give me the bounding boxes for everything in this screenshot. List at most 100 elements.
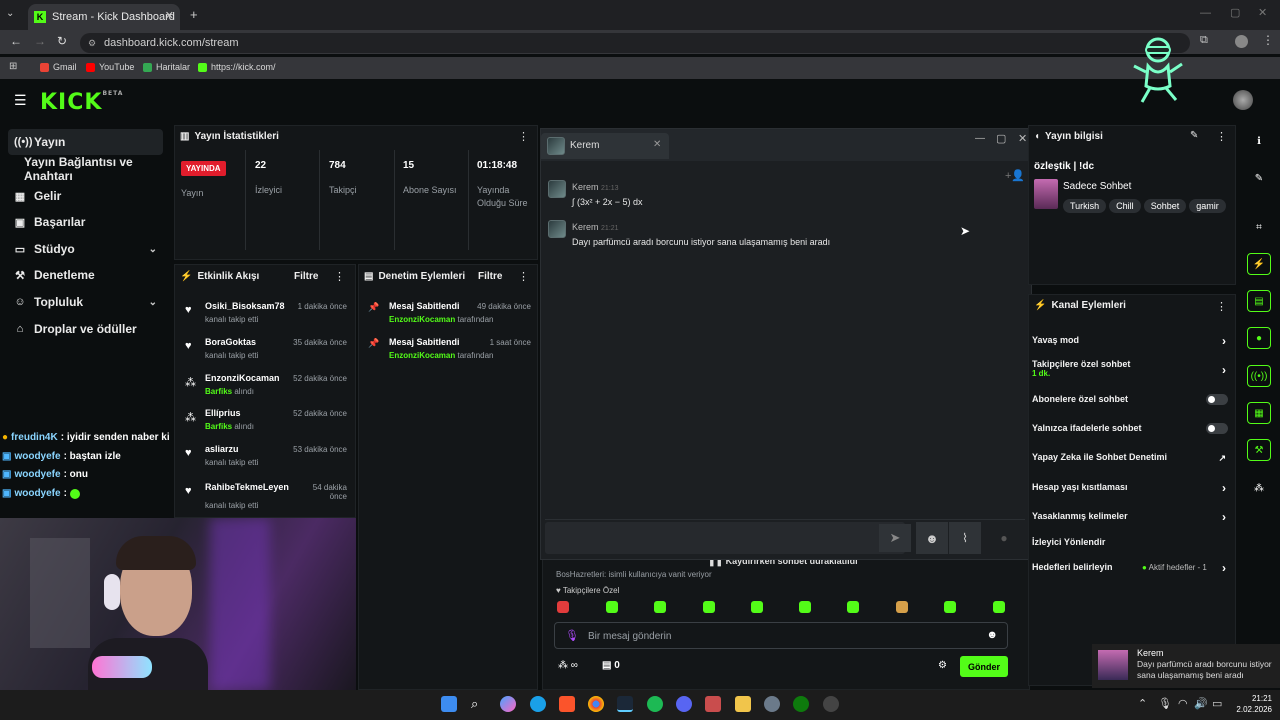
send-button[interactable]: Gönder bbox=[960, 656, 1008, 677]
viewer-redirect-row[interactable]: İzleyici Yönlendir bbox=[1032, 537, 1228, 547]
emoji-icon[interactable]: ☻ bbox=[986, 629, 998, 641]
volume-icon[interactable]: 🔊 bbox=[1194, 697, 1208, 710]
subs-chat-toggle[interactable] bbox=[1206, 394, 1228, 405]
taskbar-clock[interactable]: 21:21 2.02.2026 bbox=[1232, 693, 1272, 715]
popup-send-icon[interactable]: ➤ bbox=[879, 524, 911, 552]
sidebar-item-moderation[interactable]: ⚒ Denetleme bbox=[8, 262, 163, 288]
activity-filter-button[interactable]: Filtre bbox=[294, 271, 318, 282]
tab-list-button[interactable]: ⌄ bbox=[6, 8, 14, 19]
emote-10-icon[interactable] bbox=[993, 601, 1005, 613]
stats-more-icon[interactable]: ⋮ bbox=[518, 130, 529, 143]
goals-row[interactable]: Hedefleri belirleyin ● Aktif hedefler - 1… bbox=[1032, 561, 1228, 575]
activity-more-icon[interactable]: ⋮ bbox=[334, 270, 345, 283]
close-window-button[interactable]: ✕ bbox=[1258, 6, 1267, 19]
popup-attach-icon[interactable]: ⌇ bbox=[949, 522, 981, 554]
sidebar-item-stream[interactable]: ((•)) Yayın bbox=[8, 129, 163, 155]
system-notification[interactable]: Kerem Dayı parfümcü aradı borcunu istiyo… bbox=[1092, 644, 1280, 688]
discord-icon[interactable] bbox=[676, 696, 692, 712]
info-icon[interactable]: ℹ bbox=[1247, 130, 1271, 152]
pencil-icon[interactable]: ✎ bbox=[1247, 167, 1271, 189]
browser-tab[interactable]: K Stream - Kick Dashboard ✕ bbox=[28, 4, 180, 30]
subs-chat-row[interactable]: Abonelere özel sohbet bbox=[1032, 394, 1228, 405]
extensions-icon[interactable]: ⧉ bbox=[1200, 34, 1208, 47]
edit-icon[interactable]: ✎ bbox=[1190, 130, 1198, 141]
banned-words-row[interactable]: Yasaklanmış kelimeler › bbox=[1032, 510, 1228, 524]
wifi-icon[interactable]: ◠ bbox=[1178, 697, 1188, 710]
xbox-icon[interactable] bbox=[793, 696, 809, 712]
broadcast-icon[interactable]: ((•)) bbox=[1247, 365, 1271, 387]
chat-settings-icon[interactable]: ⚙ bbox=[938, 660, 947, 671]
followers-chat-row[interactable]: Takipçilere özel sohbet 1 dk. › bbox=[1032, 359, 1228, 378]
sidebar-item-stream-key[interactable]: Yayın Bağlantısı ve Anahtarı bbox=[18, 155, 173, 183]
popup-mic-icon[interactable]: ● bbox=[989, 524, 1019, 552]
popup-chat-tab[interactable]: Kerem ✕ bbox=[541, 133, 669, 159]
bookmark-maps[interactable]: Haritalar bbox=[143, 62, 190, 72]
maximize-icon[interactable]: ▢ bbox=[996, 132, 1006, 145]
start-icon[interactable] bbox=[441, 696, 457, 712]
search-icon[interactable]: ⌕ bbox=[471, 696, 487, 712]
emote-chat-row[interactable]: Yalnızca ifadelerle sohbet bbox=[1032, 423, 1228, 434]
microphone-icon[interactable]: 🎙 bbox=[565, 629, 579, 642]
sidebar-item-revenue[interactable]: ▦ Gelir bbox=[8, 183, 163, 209]
bookmark-youtube[interactable]: YouTube bbox=[86, 62, 134, 72]
emote-2-icon[interactable] bbox=[606, 601, 618, 613]
emote-7-icon[interactable] bbox=[847, 601, 859, 613]
stream-info-more-icon[interactable]: ⋮ bbox=[1216, 130, 1227, 143]
mod-filter-button[interactable]: Filtre bbox=[478, 271, 502, 282]
chat-icon[interactable]: ● bbox=[1247, 327, 1271, 349]
bookmark-kick[interactable]: https://kick.com/ bbox=[198, 62, 276, 72]
settings-icon[interactable] bbox=[764, 696, 780, 712]
minimize-icon[interactable]: — bbox=[975, 133, 985, 144]
close-tab-icon[interactable]: ✕ bbox=[653, 139, 661, 150]
tray-chevron-icon[interactable]: ⌃ bbox=[1138, 697, 1147, 710]
profile-avatar[interactable] bbox=[1235, 35, 1248, 48]
browser-menu-icon[interactable]: ⋮ bbox=[1262, 33, 1274, 47]
document-icon[interactable]: ▤ bbox=[1247, 290, 1271, 312]
emote-6-icon[interactable] bbox=[799, 601, 811, 613]
crop-icon[interactable]: ⌗ bbox=[1247, 216, 1271, 238]
sidebar-item-achievements[interactable]: ▣ Başarılar bbox=[8, 209, 163, 235]
emote-4-icon[interactable] bbox=[703, 601, 715, 613]
chat-message-input[interactable]: 🎙 Bir mesaj gönderin ☻ bbox=[554, 622, 1008, 649]
account-age-row[interactable]: Hesap yaşı kısıtlaması › bbox=[1032, 481, 1228, 495]
emote-3-icon[interactable] bbox=[654, 601, 666, 613]
copilot-icon[interactable] bbox=[500, 696, 516, 712]
lightning-icon[interactable]: ⚡ bbox=[1247, 253, 1271, 275]
channel-actions-more-icon[interactable]: ⋮ bbox=[1216, 300, 1227, 313]
emote-9-icon[interactable] bbox=[944, 601, 956, 613]
store-counter[interactable]: ▤ 0 bbox=[602, 660, 620, 671]
popup-message-input[interactable] bbox=[545, 522, 905, 554]
sidebar-item-community[interactable]: ☺ Topluluk ⌄ bbox=[8, 289, 163, 315]
emote-5-icon[interactable] bbox=[751, 601, 763, 613]
app-icon[interactable] bbox=[705, 696, 721, 712]
layout-icon[interactable]: ▦ bbox=[1247, 402, 1271, 424]
add-user-icon[interactable]: +👤 bbox=[1005, 169, 1025, 182]
emote-1-icon[interactable] bbox=[557, 601, 569, 613]
apps-grid-icon[interactable]: ⊞ bbox=[9, 61, 17, 72]
mod-more-icon[interactable]: ⋮ bbox=[518, 270, 529, 283]
spotify-icon[interactable] bbox=[647, 696, 663, 712]
kick-logo[interactable]: KICKBETA bbox=[40, 90, 123, 115]
edge-icon[interactable] bbox=[530, 696, 546, 712]
close-icon[interactable]: ✕ bbox=[1018, 132, 1027, 145]
sidebar-item-studio[interactable]: ▭ Stüdyo ⌄ bbox=[8, 236, 163, 262]
points-infinity-icon[interactable]: ⁂ ∞ bbox=[558, 660, 578, 671]
tray-mic-icon[interactable]: 🎙 bbox=[1158, 697, 1172, 710]
slow-mode-row[interactable]: Yavaş mod › bbox=[1032, 334, 1228, 348]
wrench-icon[interactable]: ⚒ bbox=[1247, 439, 1271, 461]
bookmark-gmail[interactable]: Gmail bbox=[40, 62, 77, 72]
reload-button[interactable]: ↻ bbox=[57, 34, 67, 48]
points-icon[interactable]: ⁂ bbox=[1247, 477, 1271, 499]
steam-icon[interactable] bbox=[617, 696, 633, 712]
chrome-icon[interactable] bbox=[588, 696, 604, 712]
ai-moderation-row[interactable]: Yapay Zeka ile Sohbet Denetimi ↗ bbox=[1032, 452, 1228, 463]
maximize-window-button[interactable]: ▢ bbox=[1230, 6, 1240, 19]
close-tab-icon[interactable]: ✕ bbox=[165, 9, 174, 22]
battery-icon[interactable]: ▭ bbox=[1212, 697, 1222, 710]
brave-icon[interactable] bbox=[559, 696, 575, 712]
emote-chat-toggle[interactable] bbox=[1206, 423, 1228, 434]
file-explorer-icon[interactable] bbox=[735, 696, 751, 712]
site-info-icon[interactable]: ⚙ bbox=[88, 38, 96, 49]
minimize-window-button[interactable]: — bbox=[1200, 7, 1211, 19]
app-icon[interactable] bbox=[823, 696, 839, 712]
